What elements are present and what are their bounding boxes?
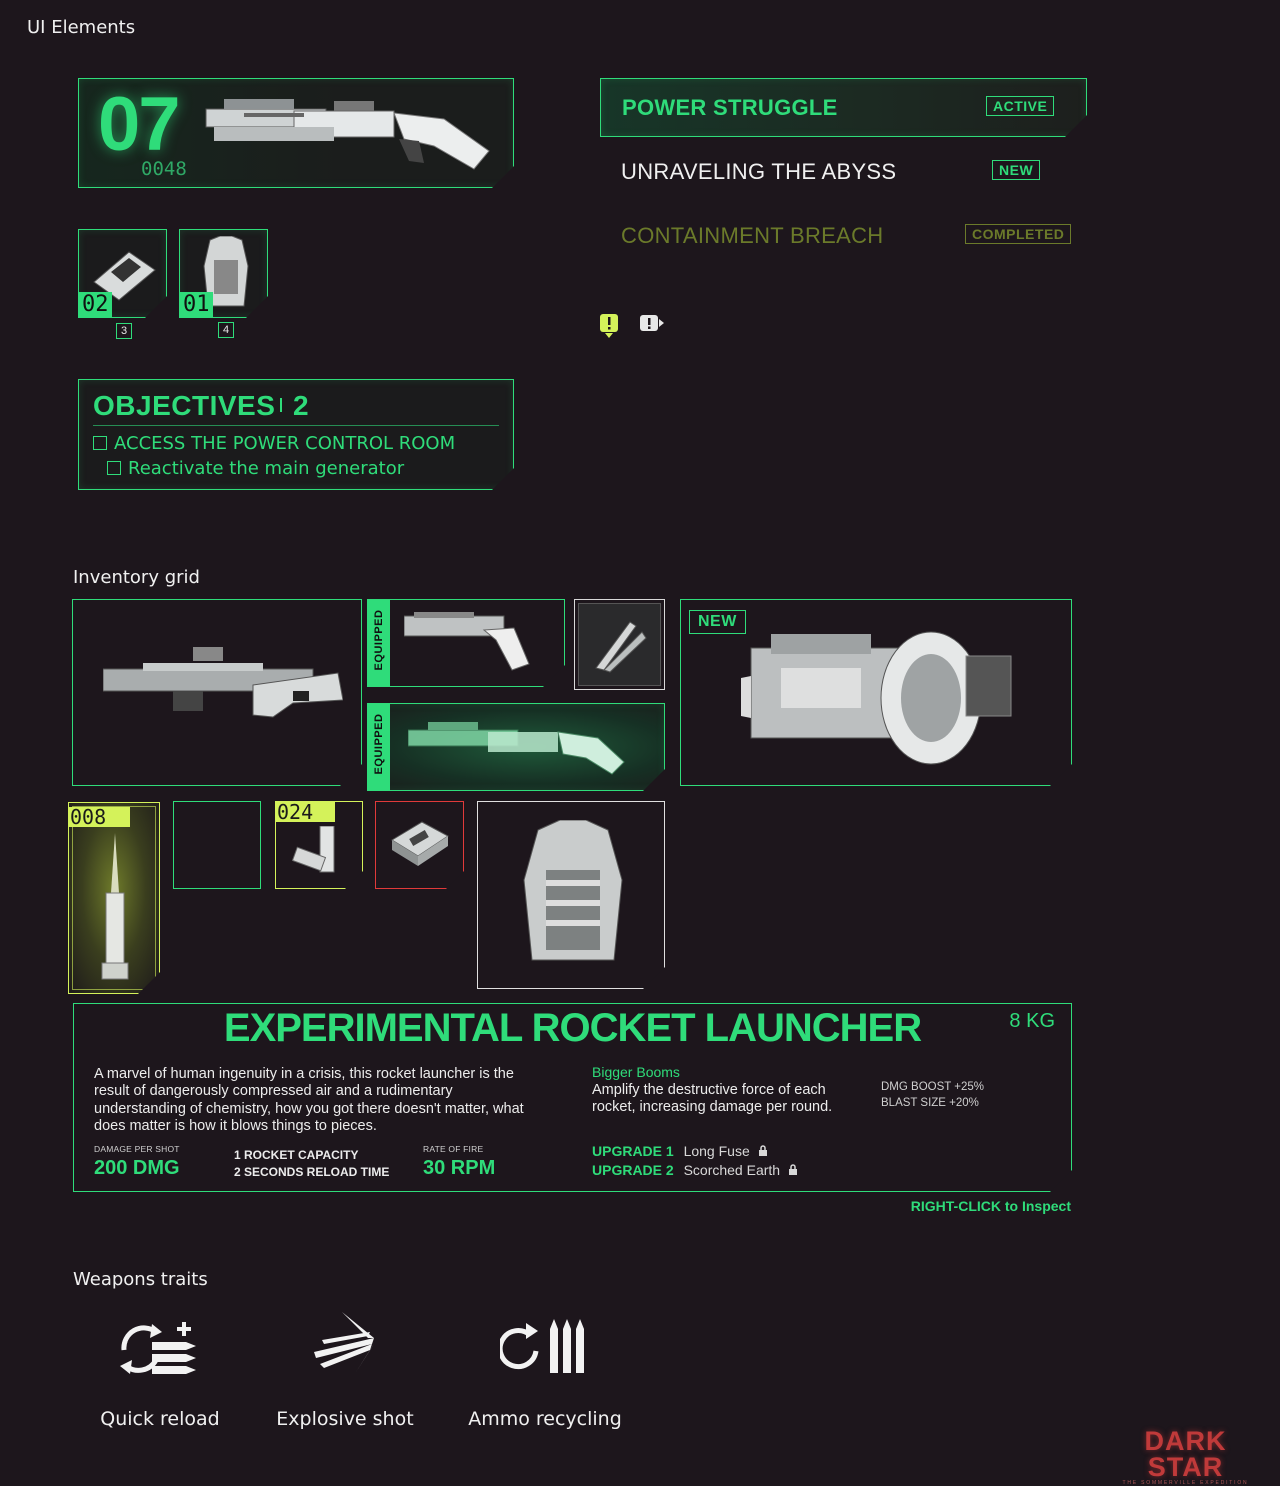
pistol-icon bbox=[404, 610, 534, 674]
ammo-case-icon bbox=[388, 816, 452, 868]
logo-subtitle: THE SOMMERVILLE EXPEDITION bbox=[1122, 1480, 1249, 1486]
equipped-label: EQUIPPED bbox=[373, 609, 385, 671]
quick-slot-1-key: 3 bbox=[116, 323, 132, 339]
item-name: EXPERIMENTAL ROCKET LAUNCHER bbox=[223, 1006, 922, 1050]
quick-slot-2-count: 01 bbox=[180, 292, 213, 317]
item-detail-panel: EXPERIMENTAL ROCKET LAUNCHER 8 KG A marv… bbox=[73, 1003, 1072, 1192]
objective-checkbox-1 bbox=[93, 436, 107, 450]
alert-marker-icon bbox=[600, 314, 618, 338]
lock-icon bbox=[788, 1164, 798, 1175]
inventory-slot-pistol[interactable]: EQUIPPED bbox=[367, 599, 565, 687]
alert-offscreen-icon bbox=[640, 315, 664, 331]
objectives-divider bbox=[280, 398, 282, 412]
shotgun-icon bbox=[204, 91, 494, 176]
inventory-slot-case[interactable] bbox=[375, 801, 464, 889]
quest-row-new[interactable]: UNRAVELING THE ABYSS NEW bbox=[600, 143, 1085, 201]
quest-title-3: CONTAINMENT BREACH bbox=[621, 223, 884, 248]
quest-status-badge-1: ACTIVE bbox=[986, 96, 1054, 116]
trait-label-quick-reload: Quick reload bbox=[100, 1408, 220, 1430]
inventory-slot-rocket-ammo[interactable]: 008 bbox=[68, 802, 160, 994]
objectives-count: 2 bbox=[293, 390, 309, 421]
blast-size-stat: BLAST SIZE +20% bbox=[881, 1097, 979, 1109]
quest-status-badge-2: NEW bbox=[992, 160, 1041, 180]
inventory-slot-armor[interactable] bbox=[477, 801, 665, 989]
quest-row-active[interactable]: POWER STRUGGLE ACTIVE bbox=[600, 78, 1087, 137]
objective-checkbox-2 bbox=[107, 461, 121, 475]
quest-title-2: UNRAVELING THE ABYSS bbox=[621, 159, 897, 184]
damage-label: DAMAGE PER SHOT bbox=[94, 1144, 180, 1154]
quick-slot-1-count: 02 bbox=[79, 292, 112, 317]
objectives-title: OBJECTIVES bbox=[93, 390, 276, 421]
ammo-clip-count: 07 bbox=[98, 82, 179, 167]
perk-description: Amplify the destructive force of each ro… bbox=[592, 1082, 833, 1115]
equipped-label: EQUIPPED bbox=[373, 713, 385, 775]
quest-status-badge-3: COMPLETED bbox=[965, 224, 1072, 244]
objectives-panel: OBJECTIVES 2 ACCESS THE POWER CONTROL RO… bbox=[78, 379, 514, 490]
dark-star-logo: DARK STAR THE SOMMERVILLE EXPEDITION bbox=[1108, 1428, 1263, 1486]
reload-time: 2 SECONDS RELOAD TIME bbox=[234, 1165, 390, 1179]
quick-reload-icon bbox=[120, 1322, 196, 1374]
explosive-shot-icon bbox=[314, 1312, 374, 1372]
trait-label-ammo-recycling: Ammo recycling bbox=[468, 1408, 622, 1430]
rocket-launcher-icon bbox=[741, 618, 1016, 773]
quick-slot-1[interactable]: 02 bbox=[78, 229, 167, 318]
rof-value: 30 RPM bbox=[423, 1157, 496, 1179]
objective-item-1: ACCESS THE POWER CONTROL ROOM bbox=[93, 433, 455, 454]
section-title-weapons-traits: Weapons traits bbox=[73, 1269, 208, 1290]
inspect-hint: RIGHT-CLICK to Inspect bbox=[910, 1198, 1071, 1214]
item-weight: 8 KG bbox=[1009, 1010, 1055, 1032]
rifle-icon bbox=[103, 645, 343, 725]
quick-slot-2-key: 4 bbox=[218, 322, 234, 338]
inventory-slot-rocket-launcher[interactable]: NEW bbox=[680, 599, 1072, 786]
ammo-hud-panel: 07 0048 bbox=[78, 78, 514, 188]
objectives-underline bbox=[93, 425, 499, 426]
quest-row-completed[interactable]: CONTAINMENT BREACH COMPLETED bbox=[600, 207, 1085, 265]
ammo-count-badge-2: 024 bbox=[276, 802, 335, 822]
ammo-reserve-count: 0048 bbox=[141, 158, 187, 180]
trait-label-explosive-shot: Explosive shot bbox=[276, 1408, 414, 1430]
armor-vest-icon bbox=[518, 820, 628, 970]
inventory-slot-rifle[interactable] bbox=[72, 599, 362, 786]
damage-value: 200 DMG bbox=[94, 1157, 180, 1179]
rocket-ammo-icon bbox=[97, 833, 133, 983]
quest-title-1: POWER STRUGGLE bbox=[622, 95, 838, 120]
upgrade-row-1[interactable]: UPGRADE 1 Long Fuse bbox=[592, 1143, 768, 1159]
logo-title: DARK STAR bbox=[1144, 1426, 1227, 1482]
upgrade-row-2[interactable]: UPGRADE 2 Scorched Earth bbox=[592, 1162, 798, 1178]
shotgun-icon bbox=[408, 714, 628, 778]
shells-icon bbox=[290, 826, 350, 882]
rof-label: RATE OF FIRE bbox=[423, 1144, 484, 1154]
ammo-count-badge-1: 008 bbox=[69, 807, 130, 827]
item-description: A marvel of human ingenuity in a crisis,… bbox=[94, 1066, 524, 1134]
inventory-slot-shotgun[interactable]: EQUIPPED bbox=[367, 703, 665, 791]
perk-title: Bigger Booms bbox=[592, 1064, 680, 1080]
ammo-recycling-icon bbox=[500, 1319, 584, 1373]
blade-icon bbox=[595, 621, 647, 673]
capacity-line-1: 1 ROCKET CAPACITY bbox=[234, 1148, 359, 1162]
new-item-badge: NEW bbox=[689, 610, 746, 634]
quick-slot-2[interactable]: 01 bbox=[179, 229, 268, 318]
lock-icon bbox=[758, 1145, 768, 1156]
objective-item-2: Reactivate the main generator bbox=[107, 458, 404, 479]
section-title-inventory: Inventory grid bbox=[73, 567, 200, 588]
inventory-slot-blade[interactable] bbox=[574, 599, 665, 690]
inventory-slot-empty[interactable] bbox=[173, 801, 261, 889]
section-title-ui-elements: UI Elements bbox=[27, 17, 136, 38]
dmg-boost-stat: DMG BOOST +25% bbox=[881, 1081, 985, 1093]
inventory-slot-shells[interactable]: 024 bbox=[275, 801, 363, 889]
